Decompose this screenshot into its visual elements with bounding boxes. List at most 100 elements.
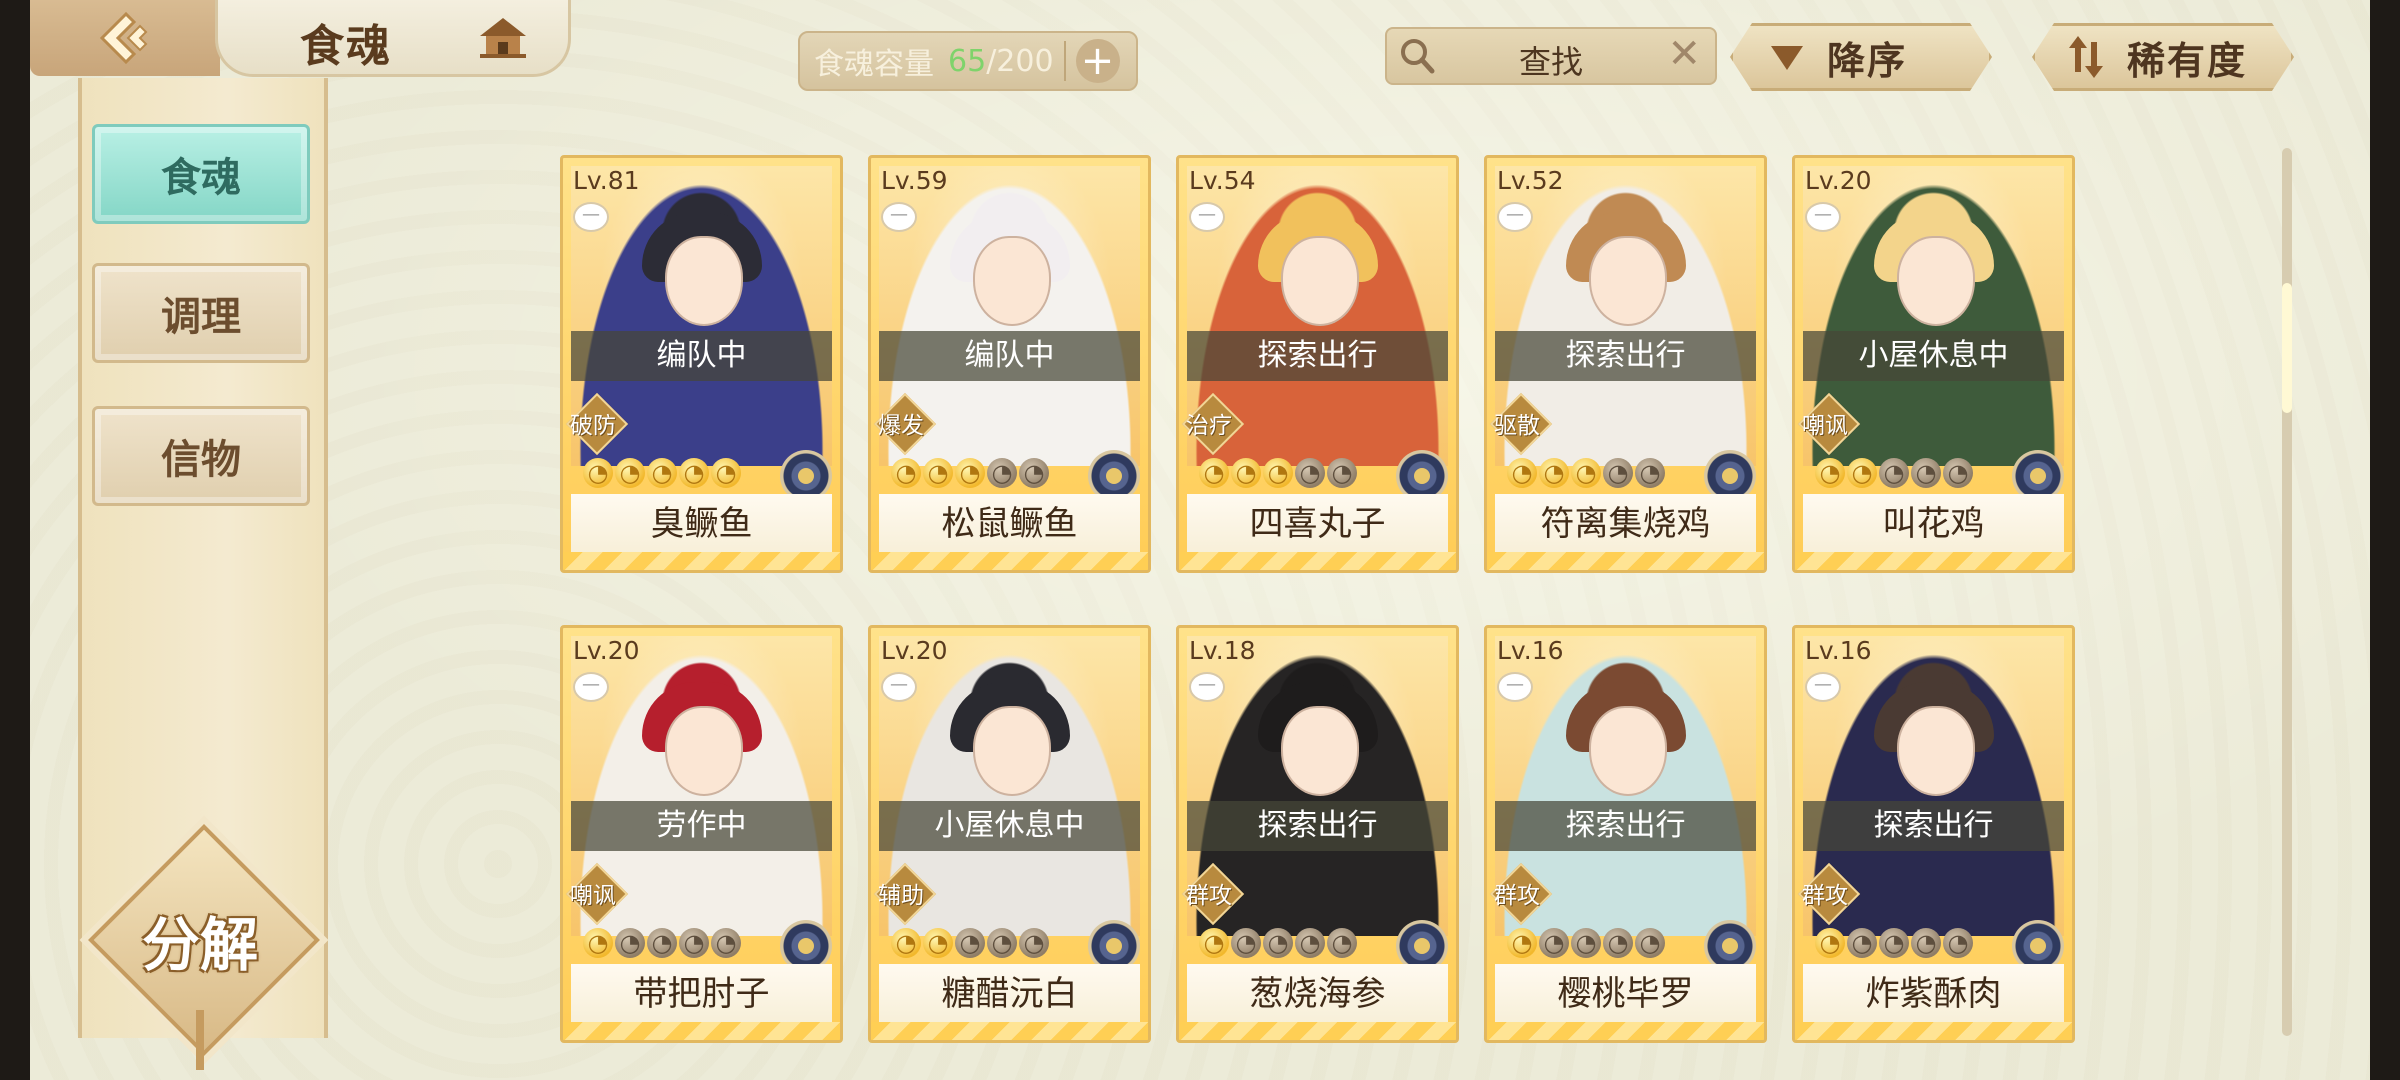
sidebar-item-conditioning[interactable]: 调理 [92, 263, 310, 363]
rarity-filter-button[interactable]: 稀有度 [2032, 23, 2294, 91]
star-rating: ◔ ◔ ◔ ◔ ◔ [891, 928, 1049, 968]
level-label: Lv.16 [1805, 636, 1872, 665]
flame-star-icon: ◔ [1199, 928, 1229, 958]
emblem-center [1414, 938, 1430, 954]
expand-capacity-button[interactable]: + [1075, 39, 1120, 83]
decompose-label: 分解 [141, 911, 258, 979]
capacity-label: 食魂容量 [814, 47, 934, 82]
food-soul-card[interactable]: Lv.52— 探索出行 驱散 ◔ ◔ ◔ ◔ ◔ 符离集烧鸡 [1484, 155, 1767, 573]
flame-star-icon: ◔ [891, 458, 921, 488]
level-label: Lv.52 [1497, 166, 1564, 195]
scrollbar[interactable] [2282, 148, 2292, 1036]
flame-star-icon: ◔ [1295, 928, 1325, 958]
clear-search-icon[interactable]: ✕ [1667, 31, 1701, 77]
emblem-center [2030, 468, 2046, 484]
role-label: 群攻 [1494, 883, 1540, 909]
status-label: 小屋休息中 [879, 801, 1140, 851]
flame-star-icon: ◔ [679, 928, 709, 958]
flame-star-icon: ◔ [647, 458, 677, 488]
emblem-center [1106, 468, 1122, 484]
food-soul-card[interactable]: Lv.16— 探索出行 群攻 ◔ ◔ ◔ ◔ ◔ 樱桃毕罗 [1484, 625, 1767, 1043]
flame-star-icon: ◔ [1911, 928, 1941, 958]
character-name: 四喜丸子 [1187, 494, 1448, 554]
status-label: 小屋休息中 [1803, 331, 2064, 381]
status-label: 探索出行 [1495, 801, 1756, 851]
star-rating: ◔ ◔ ◔ ◔ ◔ [1507, 928, 1665, 968]
flame-star-icon: ◔ [1847, 458, 1877, 488]
character-name: 炸紫酥肉 [1803, 964, 2064, 1024]
role-badge: 治疗 [1179, 392, 1245, 456]
character-face [1896, 706, 1975, 796]
flame-star-icon: ◔ [1911, 458, 1941, 488]
role-label: 驱散 [1494, 413, 1540, 439]
food-soul-card[interactable]: Lv.54— 探索出行 治疗 ◔ ◔ ◔ ◔ ◔ 四喜丸子 [1176, 155, 1459, 573]
star-rating: ◔ ◔ ◔ ◔ ◔ [1507, 458, 1665, 498]
flame-star-icon: ◔ [1263, 458, 1293, 488]
sidebar-item-tokens[interactable]: 信物 [92, 406, 310, 506]
character-face [972, 706, 1051, 796]
flame-star-icon: ◔ [987, 928, 1017, 958]
card-bottom-stripe [871, 552, 1148, 570]
flame-star-icon: ◔ [1943, 458, 1973, 488]
food-soul-card[interactable]: Lv.20— 小屋休息中 辅助 ◔ ◔ ◔ ◔ ◔ 糖醋沅白 [868, 625, 1151, 1043]
bowl-icon: — [1189, 202, 1225, 232]
role-label: 辅助 [878, 883, 924, 909]
flame-star-icon: ◔ [1635, 458, 1665, 488]
character-name: 符离集烧鸡 [1495, 494, 1756, 554]
bowl-icon: — [881, 202, 917, 232]
emblem-center [1722, 938, 1738, 954]
scrollbar-thumb[interactable] [2282, 283, 2292, 413]
emblem-center [1106, 938, 1122, 954]
search-field[interactable]: 查找 ✕ [1385, 27, 1717, 85]
flame-star-icon: ◔ [923, 458, 953, 488]
food-soul-card[interactable]: Lv.18— 探索出行 群攻 ◔ ◔ ◔ ◔ ◔ 葱烧海参 [1176, 625, 1459, 1043]
back-button[interactable] [30, 0, 220, 76]
sort-order-label: 降序 [1827, 37, 1908, 83]
bowl-icon: — [1497, 672, 1533, 702]
flame-star-icon: ◔ [1635, 928, 1665, 958]
sidebar-item-food-souls[interactable]: 食魂 [92, 124, 310, 224]
emblem-center [798, 468, 814, 484]
card-bottom-stripe [1487, 552, 1764, 570]
page-title: 食魂 [300, 21, 392, 72]
food-soul-card[interactable]: Lv.59— 编队中 爆发 ◔ ◔ ◔ ◔ ◔ 松鼠鳜鱼 [868, 155, 1151, 573]
status-label: 劳作中 [571, 801, 832, 851]
flame-star-icon: ◔ [1019, 928, 1049, 958]
sidebar-item-label: 调理 [161, 293, 241, 340]
role-label: 嘲讽 [570, 883, 616, 909]
star-rating: ◔ ◔ ◔ ◔ ◔ [583, 928, 741, 968]
flame-star-icon: ◔ [923, 928, 953, 958]
food-soul-card[interactable]: Lv.20— 劳作中 嘲讽 ◔ ◔ ◔ ◔ ◔ 带把肘子 [560, 625, 843, 1043]
level-label: Lv.18 [1189, 636, 1256, 665]
sort-order-button[interactable]: 降序 [1730, 23, 1992, 91]
emblem-center [2030, 938, 2046, 954]
food-soul-card[interactable]: Lv.20— 小屋休息中 嘲讽 ◔ ◔ ◔ ◔ ◔ 叫花鸡 [1792, 155, 2075, 573]
card-bottom-stripe [1179, 552, 1456, 570]
role-label: 嘲讽 [1802, 413, 1848, 439]
role-badge: 群攻 [1795, 862, 1861, 926]
bowl-icon: — [1805, 672, 1841, 702]
character-face [1588, 236, 1667, 326]
character-face [1280, 236, 1359, 326]
flame-star-icon: ◔ [1231, 928, 1261, 958]
sidebar-item-label: 食魂 [161, 154, 241, 201]
flame-star-icon: ◔ [1263, 928, 1293, 958]
food-soul-card[interactable]: Lv.81— 编队中 破防 ◔ ◔ ◔ ◔ ◔ 臭鳜鱼 [560, 155, 843, 573]
status-label: 探索出行 [1495, 331, 1756, 381]
bowl-icon: — [1189, 672, 1225, 702]
house-icon[interactable] [478, 16, 528, 64]
emblem-center [1414, 468, 1430, 484]
bowl-icon: — [1805, 202, 1841, 232]
role-badge: 嘲讽 [563, 862, 629, 926]
back-arrow-icon [99, 11, 148, 65]
food-soul-card[interactable]: Lv.16— 探索出行 群攻 ◔ ◔ ◔ ◔ ◔ 炸紫酥肉 [1792, 625, 2075, 1043]
flame-star-icon: ◔ [1327, 458, 1357, 488]
flame-star-icon: ◔ [955, 928, 985, 958]
flame-star-icon: ◔ [615, 458, 645, 488]
triangle-down-icon [1757, 32, 1827, 82]
flame-star-icon: ◔ [1231, 458, 1261, 488]
role-badge: 破防 [563, 392, 629, 456]
flame-star-icon: ◔ [583, 928, 613, 958]
bowl-icon: — [573, 202, 609, 232]
flame-star-icon: ◔ [1199, 458, 1229, 488]
